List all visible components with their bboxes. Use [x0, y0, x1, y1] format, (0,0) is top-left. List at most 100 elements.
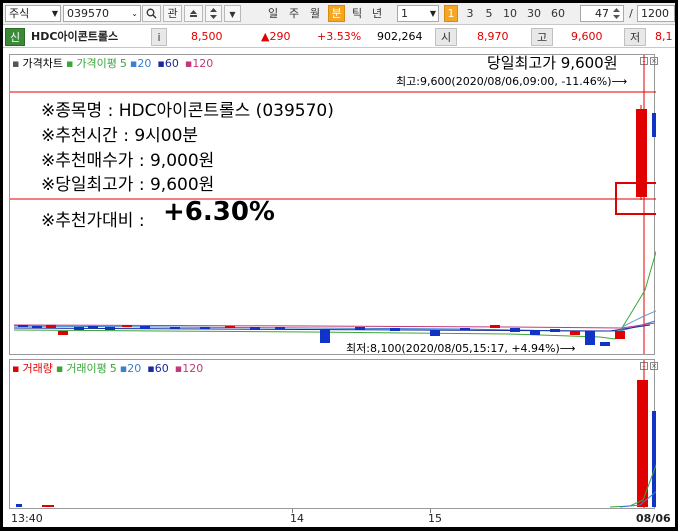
price-candle [530, 330, 540, 335]
stock-name: HDC아이콘트롤스 [31, 30, 119, 43]
vol-ma5-line [609, 463, 656, 508]
market-select-value: 주식 [9, 7, 30, 20]
price-candle [46, 325, 56, 328]
price-candle [88, 326, 98, 328]
count-slash: / [629, 7, 633, 20]
period-minute-label: 분 [331, 7, 342, 20]
x-tick [292, 509, 293, 513]
stock-code-value: 039570 [67, 7, 109, 20]
total-count-value: 1200 [641, 7, 669, 20]
high-label: 고 [531, 28, 553, 46]
interval-3-button[interactable]: 3 [463, 6, 477, 22]
price-candle [585, 331, 595, 345]
price-candle [58, 331, 68, 335]
price-candle-big-down [652, 113, 656, 137]
gwan-label: 관 [167, 7, 178, 20]
high-annotation: 최고:9,600(2020/08/06,09:00, -11.46%)⟶ [396, 75, 628, 88]
info-line-buy: ※추천매수가 : 9,000원 [41, 151, 215, 171]
price-candle [570, 331, 580, 335]
low-label: 저 [624, 28, 646, 46]
low-price: 8,1 [655, 30, 673, 43]
spin-button[interactable] [205, 5, 222, 22]
price-candle [225, 326, 235, 328]
interval-60-label: 60 [551, 7, 565, 20]
period-week-label: 주 [288, 7, 300, 20]
info-line-stock: ※종목명 : HDC아이콘트롤스 (039570) [41, 101, 334, 121]
interval-30-label: 30 [527, 7, 541, 20]
period-week[interactable]: 주 [286, 6, 302, 22]
price-candle [32, 326, 42, 328]
up-arrow-icon [190, 10, 197, 17]
chevron-down-icon: ⌄ [131, 9, 138, 18]
price-candle [140, 326, 150, 329]
price-change: ▲290 [261, 30, 291, 43]
chart-window: 주식 ▼ 039570 ⌄ 관 ▼ 일 주 월 분 틱 년 1 ▼ 1 3 5 … [3, 3, 675, 527]
price-candle [600, 342, 610, 346]
interval-1-button[interactable]: 1 [444, 5, 458, 22]
price-candle [390, 328, 400, 331]
market-select[interactable]: 주식 ▼ [5, 5, 61, 22]
up-down-icon [210, 8, 217, 19]
price-candle [122, 325, 132, 327]
period-month[interactable]: 월 [307, 6, 323, 22]
period-year[interactable]: 년 [369, 6, 385, 22]
low-annotation: 최저:8,100(2020/08/05,15:17, +4.94%)⟶ [346, 342, 576, 355]
x-axis-label: 15 [428, 512, 442, 525]
chevron-down-icon: ▼ [229, 10, 236, 19]
interval-10-label: 10 [503, 7, 517, 20]
search-button[interactable] [142, 5, 161, 22]
compare-value: +6.30% [163, 197, 275, 227]
credit-badge: 신 [5, 28, 25, 46]
search-icon [146, 8, 157, 19]
info-icon: i [157, 31, 161, 44]
price-candle [275, 327, 285, 329]
price-candle [250, 327, 260, 330]
dropdown-button[interactable]: ▼ [224, 5, 241, 22]
quote-bar: 신 HDC아이콘트롤스 i 8,500 ▲290 +3.53% 902,264 … [3, 26, 675, 48]
volume-chart [16, 360, 656, 508]
high-price: 9,600 [571, 30, 603, 43]
change-rate: +3.53% [317, 30, 362, 43]
price-candle [18, 325, 28, 327]
period-month-label: 월 [309, 7, 321, 20]
up-arrow-button[interactable] [184, 5, 203, 22]
price-candle [510, 328, 520, 332]
price-candle [170, 327, 180, 329]
period-day-label: 일 [267, 7, 279, 20]
gwan-button[interactable]: 관 [163, 5, 182, 22]
price-candle [490, 325, 500, 328]
period-tick-label: 틱 [351, 7, 363, 20]
price-candle [105, 327, 115, 330]
total-count: 1200 [637, 5, 675, 22]
price-candle [430, 330, 440, 336]
interval-60-button[interactable]: 60 [548, 6, 568, 22]
toolbar: 주식 ▼ 039570 ⌄ 관 ▼ 일 주 월 분 틱 년 1 ▼ 1 3 5 … [3, 3, 675, 25]
x-axis-label: 13:40 [11, 512, 43, 525]
interval-10-button[interactable]: 10 [500, 6, 520, 22]
interval-5-button[interactable]: 5 [482, 6, 496, 22]
ma-short-line [621, 310, 656, 328]
interval-select[interactable]: 1 ▼ [397, 5, 439, 22]
period-tick[interactable]: 틱 [349, 6, 365, 22]
interval-30-button[interactable]: 30 [524, 6, 544, 22]
interval-1-label: 1 [447, 7, 455, 20]
period-minute[interactable]: 분 [328, 5, 345, 22]
x-tick [430, 509, 431, 513]
current-price: 8,500 [191, 30, 223, 43]
volume-bar [42, 505, 54, 507]
top-high-label: 당일최고가 9,600원 [487, 54, 618, 72]
count-input[interactable]: 47 [580, 5, 624, 22]
stock-code-input[interactable]: 039570 ⌄ [63, 5, 141, 22]
price-candle [200, 327, 210, 329]
price-candle [550, 329, 560, 332]
price-candle [74, 327, 84, 330]
volume-chart-pane: ▪거래량▪거래이평5▪20▪60▪120 – × [9, 359, 658, 509]
interval-3-label: 3 [466, 7, 474, 20]
info-button[interactable]: i [151, 28, 167, 46]
spinner-icon [613, 8, 620, 19]
period-day[interactable]: 일 [265, 6, 281, 22]
price-candle [320, 329, 330, 343]
count-value: 47 [595, 7, 609, 20]
period-year-label: 년 [371, 7, 383, 20]
price-candle [615, 331, 625, 339]
